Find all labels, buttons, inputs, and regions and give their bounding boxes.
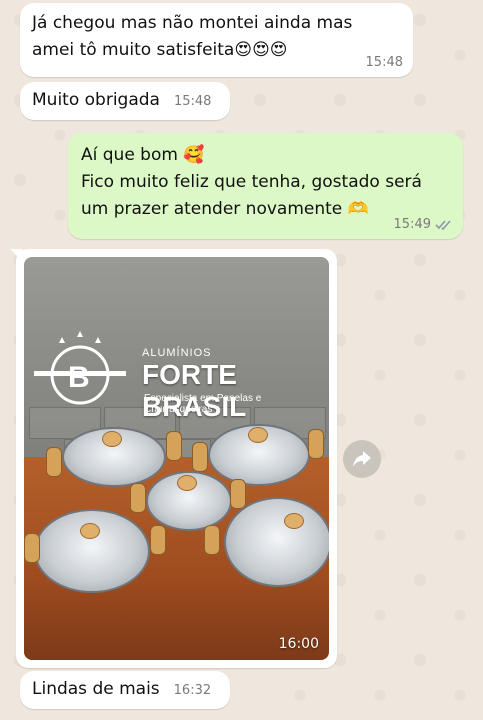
message-incoming[interactable]: Lindas de mais 16:32 xyxy=(20,671,230,709)
message-incoming[interactable]: Muito obrigada 15:48 xyxy=(20,82,230,120)
message-text: Fico muito feliz que tenha, gostado será xyxy=(81,172,422,192)
message-text: Aí que bom xyxy=(81,145,178,165)
share-button[interactable] xyxy=(343,440,381,478)
product-photo[interactable]: B ALUMÍNIOS FORTE BRASIL Especialista em… xyxy=(24,257,329,660)
message-time: 16:00 xyxy=(278,636,319,652)
message-text: amei tô muito satisfeita xyxy=(32,40,235,60)
message-time: 16:32 xyxy=(173,683,212,698)
logo-subtitle: ALUMÍNIOS xyxy=(142,347,212,359)
message-image-incoming[interactable]: B ALUMÍNIOS FORTE BRASIL Especialista em… xyxy=(16,249,337,668)
brand-emblem-icon: B xyxy=(34,331,126,405)
smiling-face-hearts-emoji: 🥰 xyxy=(183,145,205,165)
share-forward-icon xyxy=(353,451,371,467)
svg-text:B: B xyxy=(68,361,90,394)
message-text: Já chegou mas não montei ainda mas xyxy=(32,13,353,33)
message-text: um prazer atender novamente xyxy=(81,199,343,219)
message-time: 15:49 xyxy=(393,217,431,232)
message-time: 15:48 xyxy=(173,94,212,109)
message-incoming[interactable]: Já chegou mas não montei ainda mas amei … xyxy=(20,3,413,77)
heart-eyes-emoji: 😍😍😍 xyxy=(234,40,288,60)
message-outgoing[interactable]: Aí que bom 🥰 Fico muito feliz que tenha,… xyxy=(68,133,463,239)
heart-hands-emoji: 🫶 xyxy=(347,199,369,219)
logo-tagline: Especialista em Panelas e Churrasqueiras xyxy=(144,393,262,415)
message-time: 15:48 xyxy=(365,55,403,70)
double-check-icon xyxy=(435,220,451,231)
message-text: Lindas de mais xyxy=(32,679,160,699)
brand-logo: B ALUMÍNIOS FORTE BRASIL Especialista em… xyxy=(32,327,329,422)
message-text: Muito obrigada xyxy=(32,90,160,110)
